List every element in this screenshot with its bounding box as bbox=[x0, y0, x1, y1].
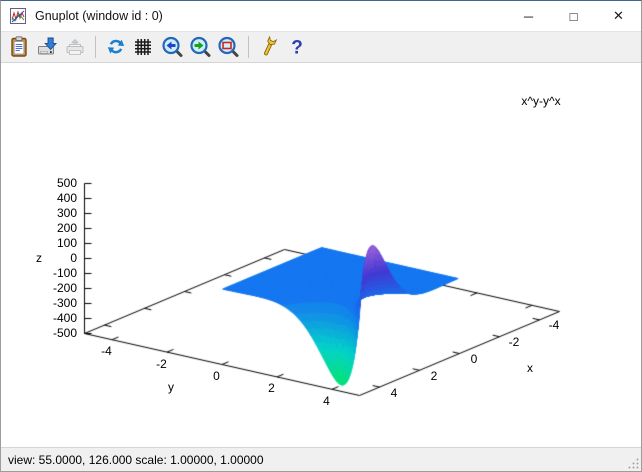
z-tick-label: 300 bbox=[56, 206, 77, 220]
x-tick-label: 2 bbox=[430, 368, 438, 383]
gnuplot-window: Gnuplot (window id : 0) ─ □ ✕ ? x^y-y^x … bbox=[0, 0, 642, 472]
options-wrench-button[interactable] bbox=[256, 34, 282, 60]
toolbar: ? bbox=[1, 31, 641, 63]
x-tick-label: -4 bbox=[548, 318, 560, 333]
resize-grip[interactable] bbox=[627, 457, 640, 470]
save-file-icon bbox=[35, 35, 59, 59]
x-tick-label: 0 bbox=[470, 352, 478, 366]
copy-clipboard-icon bbox=[7, 35, 31, 59]
gnuplot-app-icon bbox=[10, 8, 26, 24]
z-tick-label: -300 bbox=[52, 296, 77, 310]
save-file-button[interactable] bbox=[34, 34, 60, 60]
y-tick-label: -4 bbox=[101, 344, 112, 359]
print-icon bbox=[63, 35, 87, 59]
plot-title: x^y-y^x bbox=[521, 94, 561, 108]
print-button[interactable] bbox=[62, 34, 88, 60]
unzoom-button[interactable] bbox=[215, 34, 241, 60]
options-wrench-icon bbox=[257, 35, 281, 59]
plot-area: x^y-y^x -500 -400 -300 -200 -100 0 100 200 300 40… bbox=[1, 63, 641, 447]
y-tick-label: -2 bbox=[156, 356, 167, 371]
z-tick-label: -100 bbox=[52, 266, 77, 280]
help-button[interactable]: ? bbox=[284, 34, 310, 60]
y-axis-label: y bbox=[168, 380, 174, 394]
close-button[interactable]: ✕ bbox=[596, 1, 641, 31]
surface-plot-canvas[interactable] bbox=[1, 63, 641, 447]
zoom-next-button[interactable] bbox=[187, 34, 213, 60]
replot-icon bbox=[104, 35, 128, 59]
y-tick-label: 2 bbox=[268, 381, 275, 396]
z-tick-label: 200 bbox=[56, 221, 77, 235]
zoom-previous-icon bbox=[160, 35, 184, 59]
z-tick-label: 100 bbox=[56, 236, 77, 250]
toolbar-separator bbox=[248, 36, 249, 58]
grid-icon bbox=[132, 35, 156, 59]
zoom-previous-button[interactable] bbox=[159, 34, 185, 60]
zoom-next-icon bbox=[188, 35, 212, 59]
z-tick-label: -200 bbox=[52, 281, 77, 295]
y-tick-label: 4 bbox=[323, 393, 330, 408]
window-title: Gnuplot (window id : 0) bbox=[35, 9, 163, 23]
toolbar-separator bbox=[95, 36, 96, 58]
statusbar: view: 55.0000, 126.000 scale: 1.00000, 1… bbox=[1, 447, 641, 471]
replot-button[interactable] bbox=[103, 34, 129, 60]
help-icon: ? bbox=[285, 35, 309, 59]
z-tick-label: 500 bbox=[56, 176, 77, 190]
unzoom-icon bbox=[216, 35, 240, 59]
svg-text:?: ? bbox=[291, 38, 303, 59]
z-tick-label: 0 bbox=[70, 251, 77, 265]
titlebar: Gnuplot (window id : 0) ─ □ ✕ bbox=[1, 1, 641, 31]
grid-button[interactable] bbox=[131, 34, 157, 60]
x-tick-label: -2 bbox=[508, 335, 520, 350]
maximize-button[interactable]: □ bbox=[551, 1, 596, 31]
window-controls: ─ □ ✕ bbox=[506, 1, 641, 31]
x-tick-label: 4 bbox=[390, 385, 398, 400]
z-tick-label: -500 bbox=[52, 326, 77, 340]
minimize-button[interactable]: ─ bbox=[506, 1, 551, 31]
x-axis-label: x bbox=[527, 361, 533, 375]
z-tick-label: -400 bbox=[52, 311, 77, 325]
z-axis-label: z bbox=[36, 251, 42, 265]
statusbar-text: view: 55.0000, 126.000 scale: 1.00000, 1… bbox=[8, 452, 264, 467]
z-tick-label: 400 bbox=[56, 191, 77, 205]
copy-clipboard-button[interactable] bbox=[6, 34, 32, 60]
y-tick-label: 0 bbox=[213, 369, 220, 383]
